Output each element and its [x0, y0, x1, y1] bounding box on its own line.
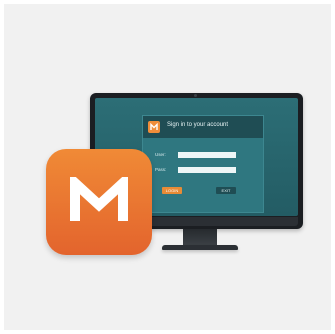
pass-field[interactable] — [178, 167, 236, 173]
signin-dialog: Sign in to your account User: Pass: LOGI… — [142, 115, 264, 213]
user-field[interactable] — [178, 152, 236, 158]
product-illustration: Sign in to your account User: Pass: LOGI… — [4, 4, 331, 330]
m-logo-icon — [70, 177, 128, 221]
monitor-stand-neck — [183, 229, 217, 246]
app-icon[interactable] — [46, 149, 152, 255]
pass-label: Pass: — [155, 167, 167, 172]
exit-button[interactable]: EXIT — [216, 187, 236, 194]
webcam-dot — [194, 94, 197, 97]
user-label: User: — [155, 152, 166, 157]
login-button[interactable]: LOGIN — [162, 187, 182, 194]
signin-title: Sign in to your account — [167, 122, 229, 128]
m-logo-icon — [148, 121, 160, 133]
monitor-stand-base — [162, 245, 238, 250]
signin-header: Sign in to your account — [143, 116, 263, 138]
